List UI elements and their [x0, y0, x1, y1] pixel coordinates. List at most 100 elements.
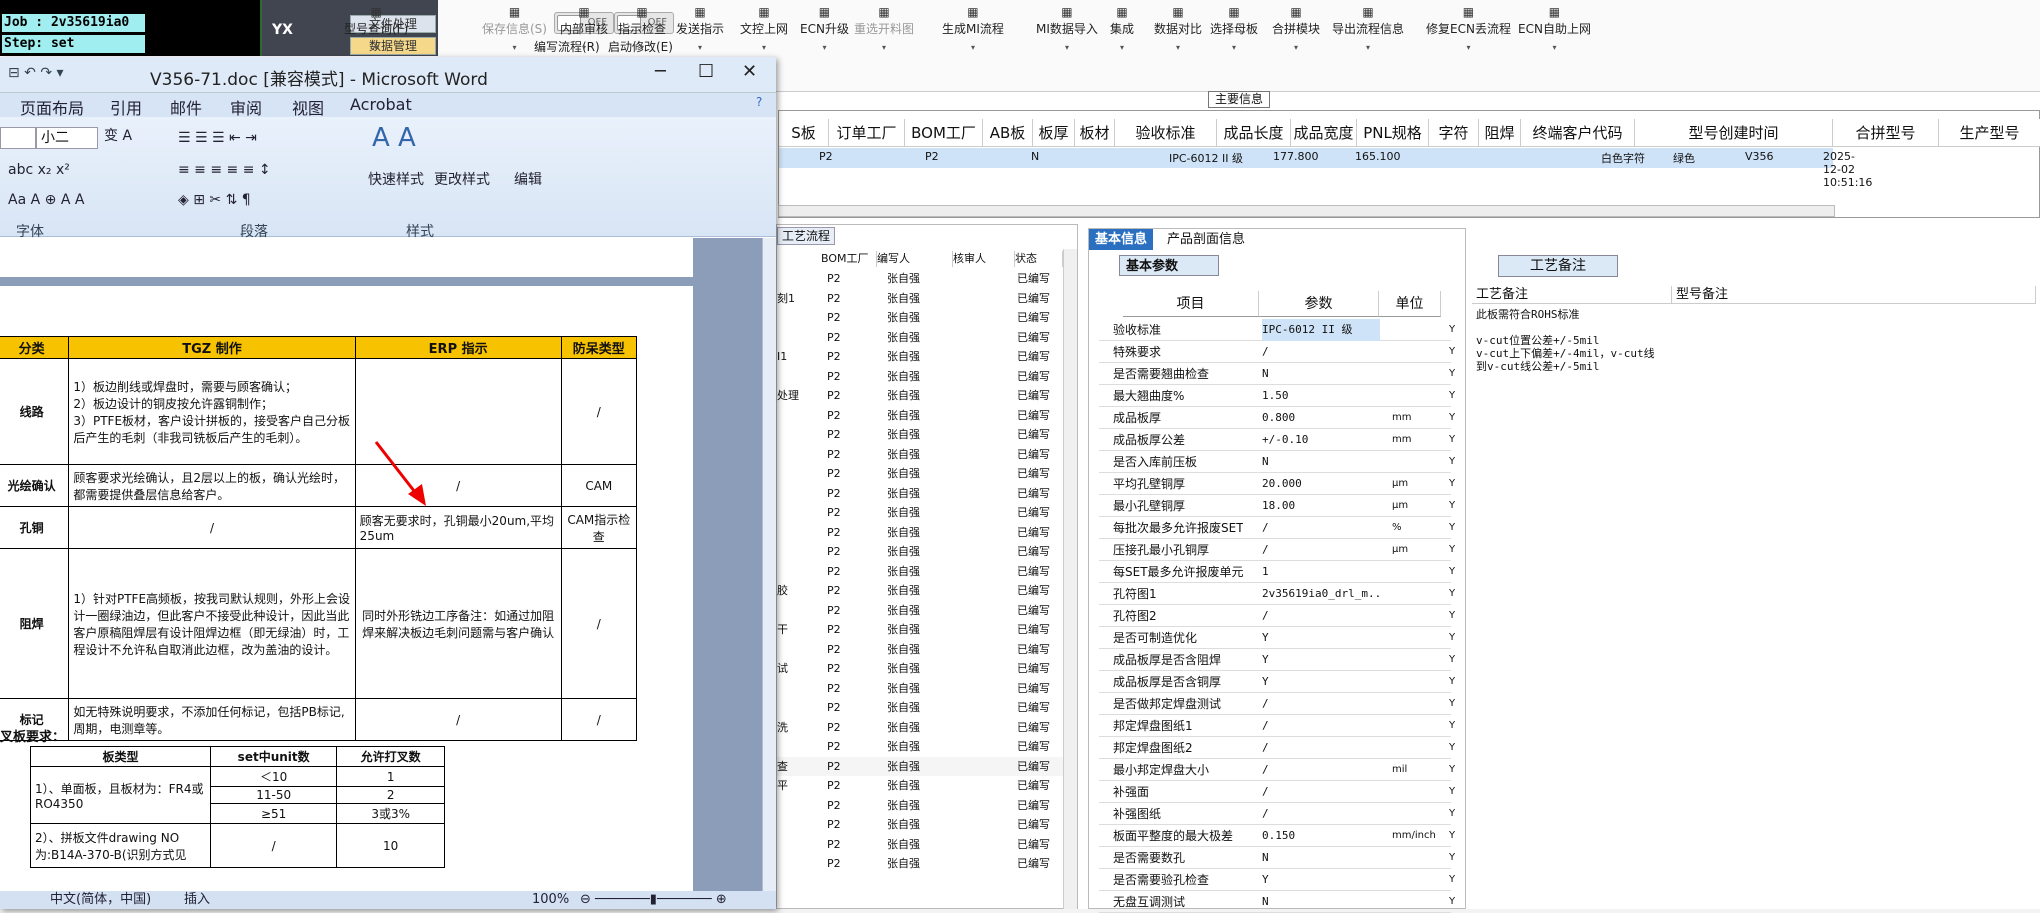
basic-row[interactable]: 验收标准 IPC-6012 II 级 Y	[1099, 319, 1455, 341]
basic-row[interactable]: 成品板厚公差 +/-0.10 mm Y	[1099, 429, 1455, 451]
list-icons[interactable]: ☰ ☰ ☰ ⇤ ⇥	[178, 127, 257, 151]
basic-row[interactable]: 成品板厚 0.800 mm Y	[1099, 407, 1455, 429]
grid-header-1[interactable]: 订单工厂	[829, 119, 905, 147]
change-style-button[interactable]: 更改样式	[434, 169, 490, 193]
tab-layout[interactable]: 页面布局	[20, 95, 84, 119]
grid-header-10[interactable]: 字符	[1429, 119, 1479, 147]
minimize-button[interactable]: ─	[655, 61, 666, 82]
tab-acrobat[interactable]: Acrobat	[350, 95, 412, 114]
process-row[interactable]: I1 P2 张自强 已编写	[777, 347, 1077, 366]
tab-process[interactable]: 工艺流程	[777, 227, 836, 245]
grid-header-3[interactable]: AB板	[983, 119, 1033, 147]
basic-row[interactable]: 每批次最多允许报废SET /% Y	[1099, 517, 1455, 539]
shading-icons[interactable]: ◈ ⊞ ✂ ⇅ ¶	[178, 189, 251, 213]
process-row[interactable]: P2 张自强 已编写	[777, 328, 1077, 347]
basic-row[interactable]: 是否入库前压板 N Y	[1099, 451, 1455, 473]
ribbon-btn-12[interactable]: ▦ 选择母板 ▾	[1210, 4, 1258, 52]
basic-row[interactable]: 每SET最多允许报废单元 1 Y	[1099, 561, 1455, 583]
ribbon-btn-13[interactable]: ▦ 合拼模块 ▾	[1272, 4, 1320, 52]
process-row[interactable]: 刻1 P2 张自强 已编写	[777, 289, 1077, 308]
quick-access-icons[interactable]: ⊟ ↶ ↷ ▾	[8, 65, 64, 81]
tab-craft-notes[interactable]: 工艺备注	[1498, 255, 1618, 277]
process-row[interactable]: P2 张自强 已编写	[777, 562, 1077, 581]
grid-hscrollbar[interactable]	[778, 205, 1835, 217]
zoom-slider[interactable]: ⊖ ───────▮─────── ⊕	[580, 891, 727, 909]
tab-basic-info[interactable]: 基本信息	[1089, 229, 1154, 250]
basic-row[interactable]: 板面平整度的最大极差 0.150 mm/inch Y	[1099, 825, 1455, 847]
tab-references[interactable]: 引用	[110, 95, 142, 119]
quick-style-button[interactable]: 快速样式	[368, 169, 424, 193]
status-language[interactable]: 中文(简体，中国)	[50, 891, 151, 909]
basic-row[interactable]: 是否做邦定焊盘测试 / Y	[1099, 693, 1455, 715]
process-row[interactable]: P2 张自强 已编写	[777, 737, 1077, 756]
grid-header-11[interactable]: 阻焊	[1479, 119, 1521, 147]
ribbon-btn-14[interactable]: ▦ 导出流程信息 ▾	[1332, 4, 1404, 52]
help-icon[interactable]: ?	[756, 95, 762, 109]
process-row[interactable]: P2 张自强 已编写	[777, 308, 1077, 327]
process-row[interactable]: P2 张自强 已编写	[777, 640, 1077, 659]
basic-row[interactable]: 补强图纸 / Y	[1099, 803, 1455, 825]
basic-row[interactable]: 孔符图2 / Y	[1099, 605, 1455, 627]
grid-header-8[interactable]: 成品宽度	[1291, 119, 1357, 147]
process-header-0[interactable]: BOM工厂	[821, 251, 877, 267]
font-name-dropdown[interactable]	[0, 127, 36, 149]
process-row[interactable]: P2 张自强 已编写	[777, 796, 1077, 815]
process-row[interactable]: P2 张自强 已编写	[777, 835, 1077, 854]
process-row[interactable]: P2 张自强 已编写	[777, 445, 1077, 464]
basic-row[interactable]: 成品板厚是否含铜厚 Y Y	[1099, 671, 1455, 693]
ribbon-btn-3[interactable]: ▦ 指示检查 ▾	[618, 4, 666, 52]
basic-row[interactable]: 补强面 / Y	[1099, 781, 1455, 803]
ribbon-btn-0[interactable]: ▦ 型号查询(F) ▾	[344, 4, 408, 52]
basic-header-1[interactable]: 参数	[1259, 291, 1379, 317]
basic-row[interactable]: 是否需要翘曲检查 N Y	[1099, 363, 1455, 385]
ribbon-btn-6[interactable]: ▦ ECN升级 ▾	[800, 4, 849, 52]
basic-row[interactable]: 最小孔壁铜厚 18.00 μm Y	[1099, 495, 1455, 517]
basic-row[interactable]: 是否需要数孔 N Y	[1099, 847, 1455, 869]
ribbon-btn-15[interactable]: ▦ 修复ECN丢流程 ▾	[1426, 4, 1511, 52]
quick-style-icon[interactable]: A A	[372, 125, 416, 151]
tab-mailings[interactable]: 邮件	[170, 95, 202, 119]
grid-header-9[interactable]: PNL规格	[1357, 119, 1429, 147]
process-row[interactable]: 查 P2 张自强 已编写	[777, 756, 1077, 776]
maximize-button[interactable]: ☐	[698, 61, 714, 82]
ribbon-btn-1[interactable]: ▦ 保存信息(S) ▾	[482, 4, 547, 52]
process-row[interactable]: P2 张自强 已编写	[777, 542, 1077, 561]
grid-header-12[interactable]: 终端客户代码	[1521, 119, 1635, 147]
process-row[interactable]: 平 P2 张自强 已编写	[777, 776, 1077, 795]
tab-basic-params[interactable]: 基本参数	[1119, 255, 1219, 276]
basic-row[interactable]: 邦定焊盘图纸1 / Y	[1099, 715, 1455, 737]
ribbon-btn-11[interactable]: ▦ 数据对比 ▾	[1154, 4, 1202, 52]
process-row[interactable]: P2 张自强 已编写	[777, 503, 1077, 522]
process-row[interactable]: 试 P2 张自强 已编写	[777, 659, 1077, 678]
grid-header-4[interactable]: 板厚	[1033, 119, 1075, 147]
ribbon-btn-7[interactable]: ▦ 重选开料图 ▾	[854, 4, 914, 52]
ribbon-btn-2[interactable]: ▦ 内部审核 ▾	[560, 4, 608, 52]
align-icons[interactable]: ≡ ≡ ≡ ≡ ≡ ↕	[178, 159, 271, 183]
ribbon-btn-9[interactable]: ▦ MI数据导入 ▾	[1036, 4, 1098, 52]
ribbon-btn-4[interactable]: ▦ 发送指示 ▾	[676, 4, 724, 52]
process-header-2[interactable]: 核审人	[953, 251, 1015, 267]
tab-profile-info[interactable]: 产品剖面信息	[1161, 229, 1251, 250]
process-header-3[interactable]: 状态	[1015, 251, 1063, 267]
word-vscrollbar[interactable]	[762, 238, 776, 898]
ribbon-btn-5[interactable]: ▦ 文控上网 ▾	[740, 4, 788, 52]
ribbon-btn-16[interactable]: ▦ ECN自助上网 ▾	[1518, 4, 1591, 52]
process-row[interactable]: 胶 P2 张自强 已编写	[777, 581, 1077, 600]
basic-row[interactable]: 孔符图1 2v35619ia0_drl_m... Y	[1099, 583, 1455, 605]
font-style-icons[interactable]: abc x₂ x²	[8, 159, 70, 183]
process-row[interactable]: P2 张自强 已编写	[777, 679, 1077, 698]
basic-row[interactable]: 最小邦定焊盘大小 / mil Y	[1099, 759, 1455, 781]
grid-header-0[interactable]: S板	[779, 119, 829, 147]
basic-row[interactable]: 最大翘曲度% 1.50 Y	[1099, 385, 1455, 407]
status-mode[interactable]: 插入	[184, 891, 210, 909]
ribbon-btn-8[interactable]: ▦ 生成MI流程 ▾	[942, 4, 1004, 52]
process-row[interactable]: P2 张自强 已编写	[777, 464, 1077, 483]
basic-header-2[interactable]: 单位	[1379, 291, 1441, 317]
process-row[interactable]: P2 张自强 已编写	[777, 484, 1077, 503]
grid-row[interactable]: P2 P2 N IPC-6012 II 级 177.800 165.100 白色字符 绿色 V3…	[779, 148, 1872, 189]
process-row[interactable]: P2 张自强 已编写	[777, 425, 1077, 444]
grid-header-6[interactable]: 验收标准	[1115, 119, 1217, 147]
process-row[interactable]: P2 张自强 已编写	[777, 406, 1077, 425]
font-color-icons[interactable]: Aa A ⊕ A A	[8, 189, 84, 213]
basic-row[interactable]: 特殊要求 / Y	[1099, 341, 1455, 363]
